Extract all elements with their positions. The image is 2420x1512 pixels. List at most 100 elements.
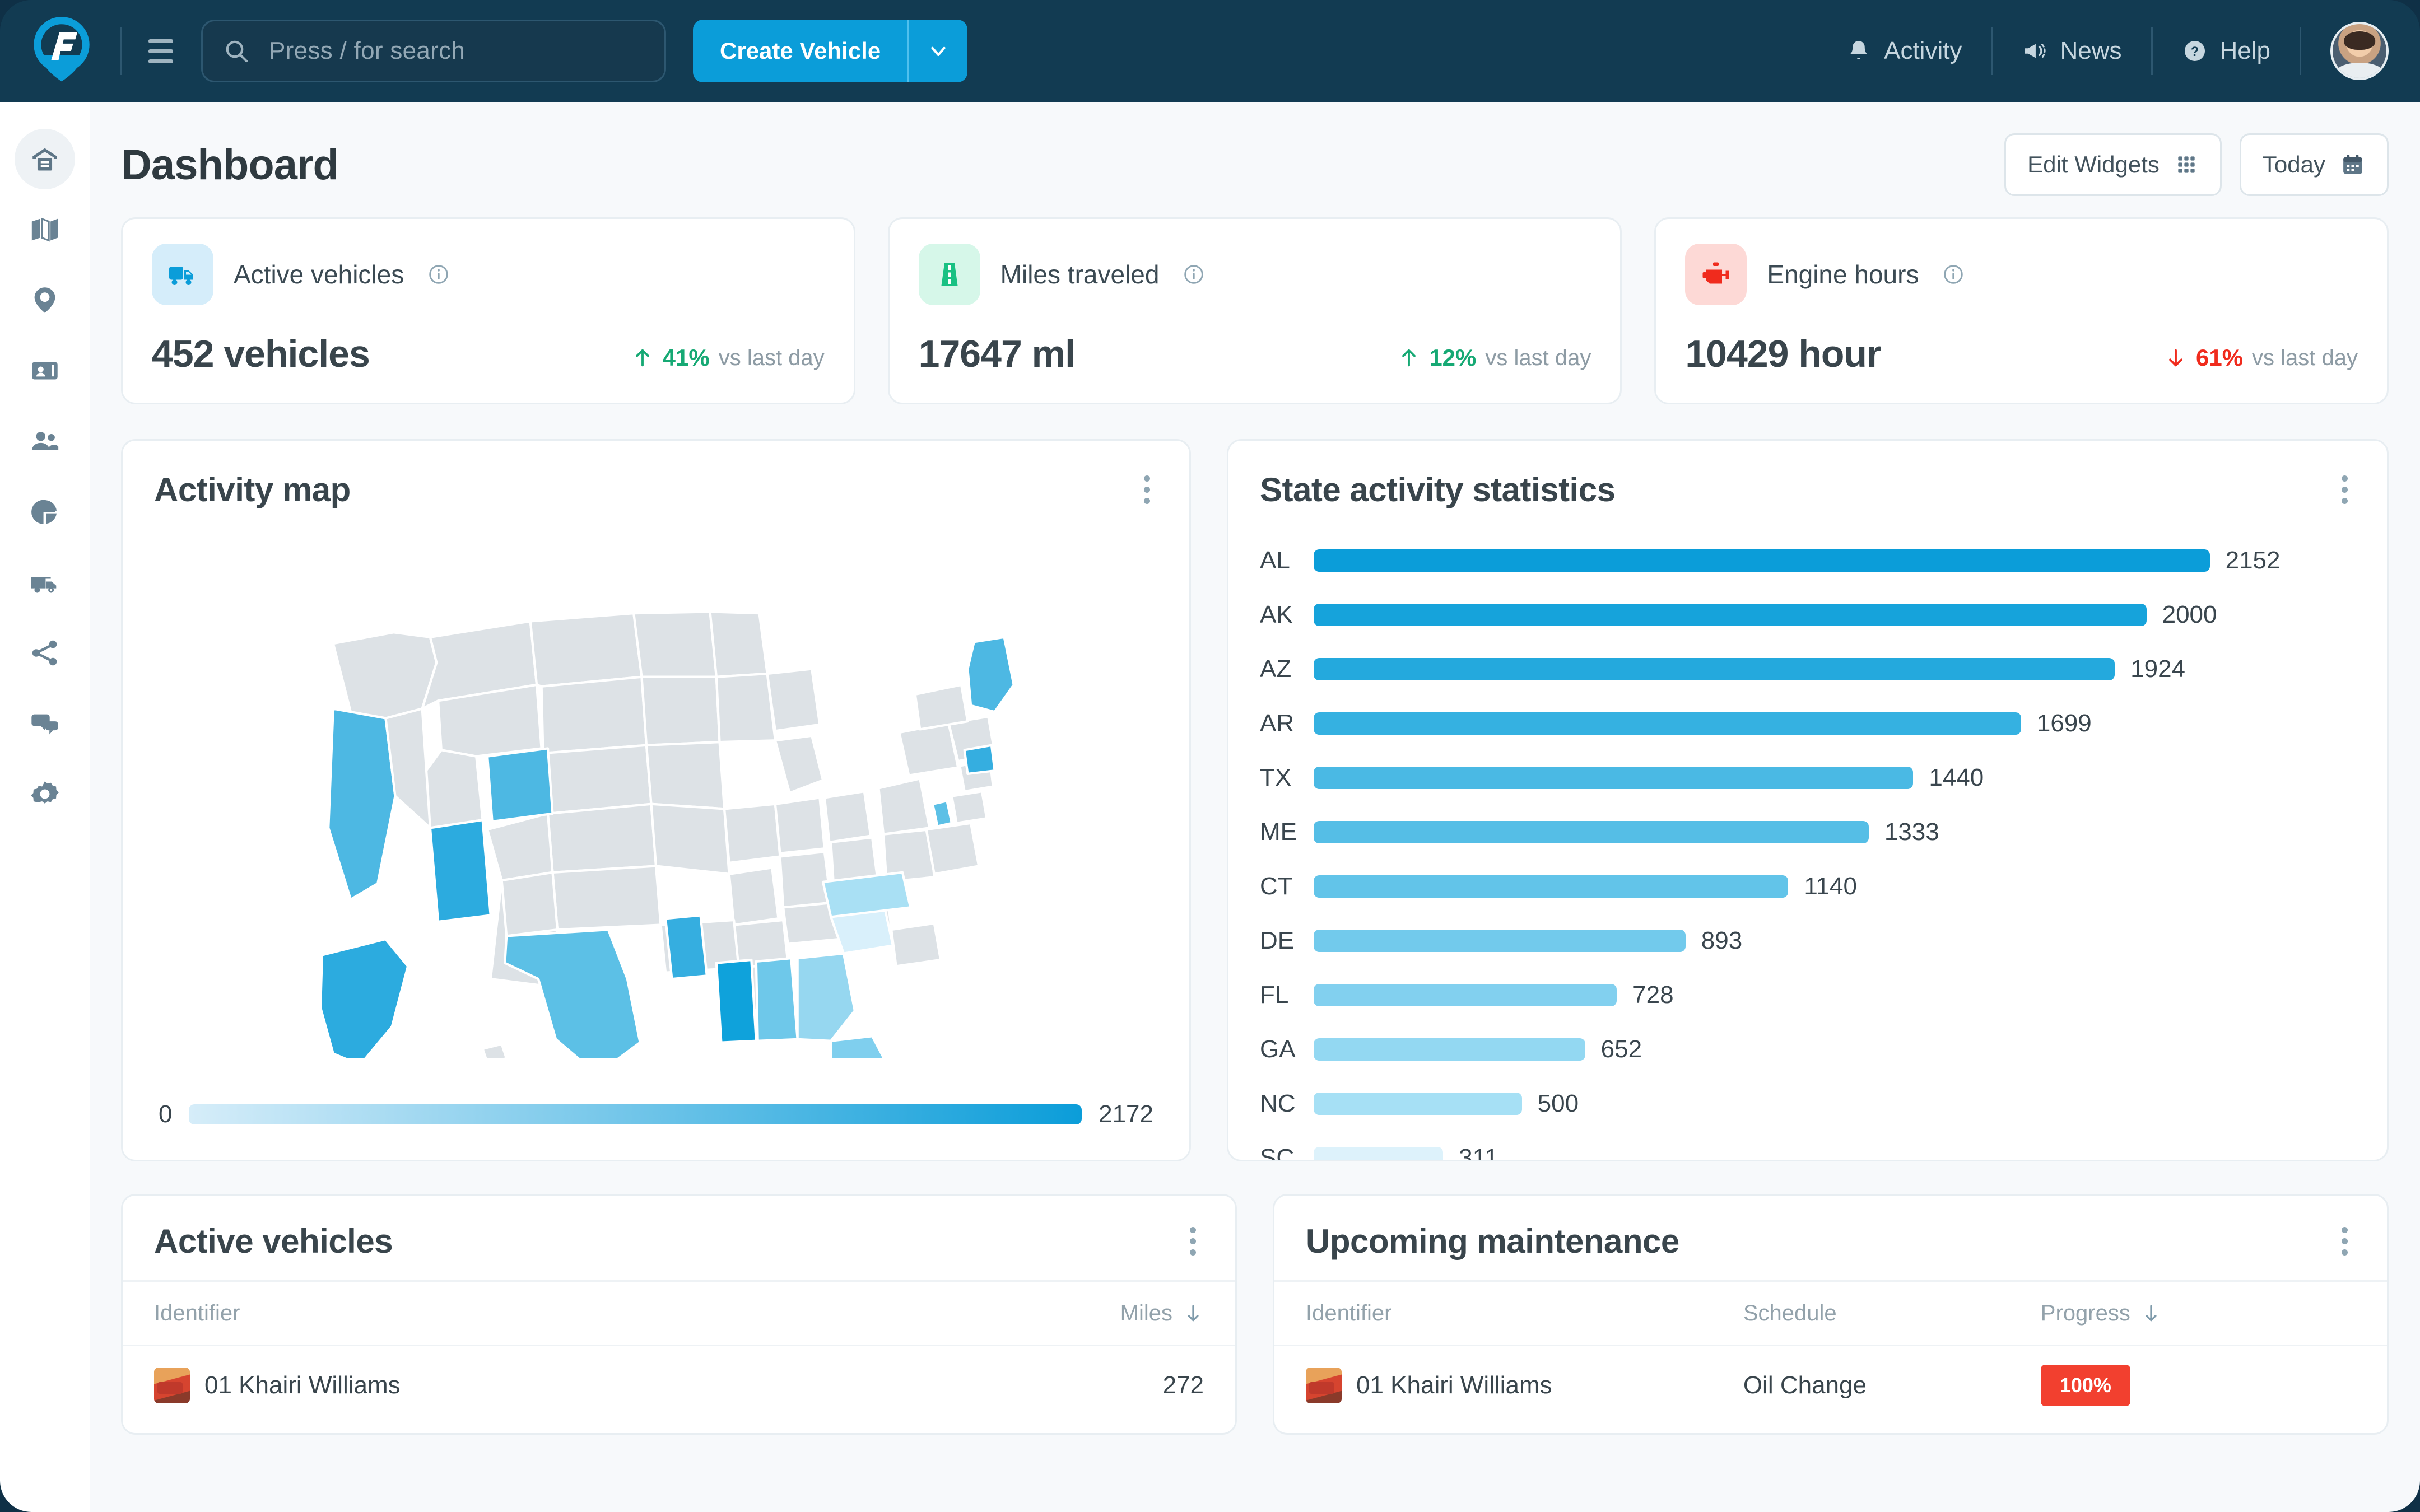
arrow-down-icon	[2169, 349, 2182, 367]
sidebar-item-dashboard[interactable]	[15, 129, 75, 189]
bar-fill[interactable]	[1314, 1092, 1522, 1115]
table-header: Identifier Schedule Progress	[1274, 1280, 2387, 1346]
bar-value-label: 1924	[2130, 655, 2186, 683]
bar-row: NC 500	[1260, 1076, 2356, 1131]
bar-fill[interactable]	[1314, 875, 1789, 898]
info-icon[interactable]	[1942, 263, 1965, 286]
state-AZ	[429, 818, 492, 923]
kpi-card-active-vehicles: Active vehicles 452 vehicles 41% vs last…	[121, 217, 855, 404]
menu-toggle-icon[interactable]	[141, 31, 181, 71]
sidebar-item-settings[interactable]	[15, 764, 75, 824]
table-row[interactable]: 01 Khairi Williams 272	[123, 1346, 1235, 1425]
kpi-cards: Active vehicles 452 vehicles 41% vs last…	[121, 217, 2389, 404]
bar-fill[interactable]	[1314, 929, 1686, 952]
progress-badge: 100%	[2040, 1365, 2130, 1406]
bar-fill[interactable]	[1314, 549, 2210, 572]
bar-fill[interactable]	[1314, 712, 2021, 735]
bar-track: 1140	[1314, 872, 2356, 900]
kpi-delta: 12% vs last day	[1398, 344, 1591, 376]
sidebar-item-map[interactable]	[15, 199, 75, 260]
column-header-identifier[interactable]: Identifier	[1306, 1301, 1743, 1326]
state-GA	[796, 952, 856, 1042]
info-icon[interactable]	[427, 263, 450, 286]
state-AR	[664, 913, 708, 980]
bar-category-label: DE	[1260, 926, 1295, 954]
cell-schedule: Oil Change	[1743, 1371, 1867, 1399]
chevron-down-icon	[931, 46, 946, 57]
bar-row: ME 1333	[1260, 805, 2356, 859]
bar-fill[interactable]	[1314, 766, 1914, 789]
activity-map-widget: Activity map 0 2172	[121, 439, 1191, 1161]
create-vehicle-dropdown-button[interactable]	[909, 20, 968, 82]
bar-row: TX 1440	[1260, 750, 2356, 805]
bar-fill[interactable]	[1314, 657, 2115, 680]
bar-row: AR 1699	[1260, 696, 2356, 750]
avatar-wrapper	[2301, 22, 2389, 80]
kpi-card-miles-traveled: Miles traveled 17647 ml 12% vs last day	[887, 217, 1622, 404]
column-label: Miles	[1120, 1300, 1172, 1326]
bar-fill[interactable]	[1314, 820, 1869, 843]
activity-button[interactable]: Activity	[1817, 37, 1991, 65]
sidebar-item-reports[interactable]	[15, 482, 75, 542]
kpi-compare-label: vs last day	[1485, 345, 1591, 370]
bar-category-label: SC	[1260, 1144, 1295, 1160]
today-label: Today	[2262, 151, 2325, 178]
bar-category-label: NC	[1260, 1089, 1296, 1117]
search-placeholder: Press / for search	[269, 37, 466, 64]
vehicle-thumbnail	[154, 1368, 190, 1403]
widget-menu-icon[interactable]	[1182, 1221, 1204, 1261]
kpi-card-engine-hours: Engine hours 10429 hour 61% vs last day	[1654, 217, 2389, 404]
logo-divider	[120, 27, 122, 75]
help-circle-icon: ?	[2184, 40, 2205, 62]
search-input[interactable]: Press / for search	[201, 20, 666, 82]
kpi-compare-label: vs last day	[718, 345, 825, 370]
table-row[interactable]: 01 Khairi Williams Oil Change 100%	[1274, 1346, 2387, 1425]
bar-value-label: 893	[1701, 926, 1743, 954]
search-icon	[226, 40, 248, 63]
sidebar-item-drivers-id[interactable]	[15, 340, 75, 401]
widget-title: Activity map	[154, 471, 351, 508]
body: Dashboard Edit Widgets Today Active vehi…	[0, 102, 2420, 1512]
today-date-button[interactable]: Today	[2239, 133, 2389, 196]
legend-min-value: 0	[159, 1100, 173, 1128]
arrow-up-icon	[635, 349, 649, 367]
widget-menu-icon[interactable]	[2334, 1221, 2356, 1261]
vehicle-identifier: 01 Khairi Williams	[204, 1371, 401, 1399]
page-actions: Edit Widgets Today	[2004, 133, 2389, 196]
sidebar-item-places[interactable]	[15, 270, 75, 330]
kpi-label: Active vehicles	[234, 260, 404, 289]
create-vehicle-button[interactable]: Create Vehicle	[693, 20, 908, 82]
vehicle-identifier: 01 Khairi Williams	[1356, 1371, 1552, 1399]
column-header-progress[interactable]: Progress	[2041, 1301, 2356, 1326]
sidebar-item-integrations[interactable]	[15, 623, 75, 683]
avatar[interactable]	[2330, 22, 2389, 80]
sidebar-item-users[interactable]	[15, 411, 75, 472]
sidebar-item-vehicles[interactable]	[15, 552, 75, 613]
share-icon	[32, 640, 57, 666]
bar-fill[interactable]	[1314, 603, 2147, 626]
bar-fill[interactable]	[1314, 1146, 1444, 1160]
bar-fill[interactable]	[1314, 983, 1617, 1006]
truck-icon-badge	[152, 244, 213, 305]
bar-fill[interactable]	[1314, 1038, 1585, 1061]
bar-value-label: 1333	[1884, 818, 1939, 846]
widget-menu-icon[interactable]	[1136, 470, 1158, 510]
column-header-miles[interactable]: Miles	[1120, 1301, 1204, 1326]
bar-row: GA 652	[1260, 1022, 2356, 1076]
news-button[interactable]: News	[1993, 37, 2151, 65]
bar-category-label: AL	[1260, 546, 1290, 574]
edit-widgets-button[interactable]: Edit Widgets	[2004, 133, 2222, 196]
us-map[interactable]	[123, 523, 1189, 1100]
column-header-schedule[interactable]: Schedule	[1743, 1301, 2041, 1326]
sidebar-item-messages[interactable]	[15, 693, 75, 754]
column-label: Progress	[2040, 1300, 2130, 1326]
cell-identifier: 01 Khairi Williams	[154, 1368, 1163, 1403]
bar-row: DE 893	[1260, 913, 2356, 968]
fleet-pin-logo[interactable]	[22, 12, 101, 90]
activity-label: Activity	[1884, 37, 1962, 64]
widget-menu-icon[interactable]	[2334, 470, 2356, 510]
help-button[interactable]: ? Help	[2153, 37, 2300, 65]
info-icon[interactable]	[1183, 263, 1205, 286]
column-header-identifier[interactable]: Identifier	[154, 1301, 1120, 1326]
active-vehicles-widget: Active vehicles Identifier Miles 01 Khai…	[121, 1194, 1237, 1435]
